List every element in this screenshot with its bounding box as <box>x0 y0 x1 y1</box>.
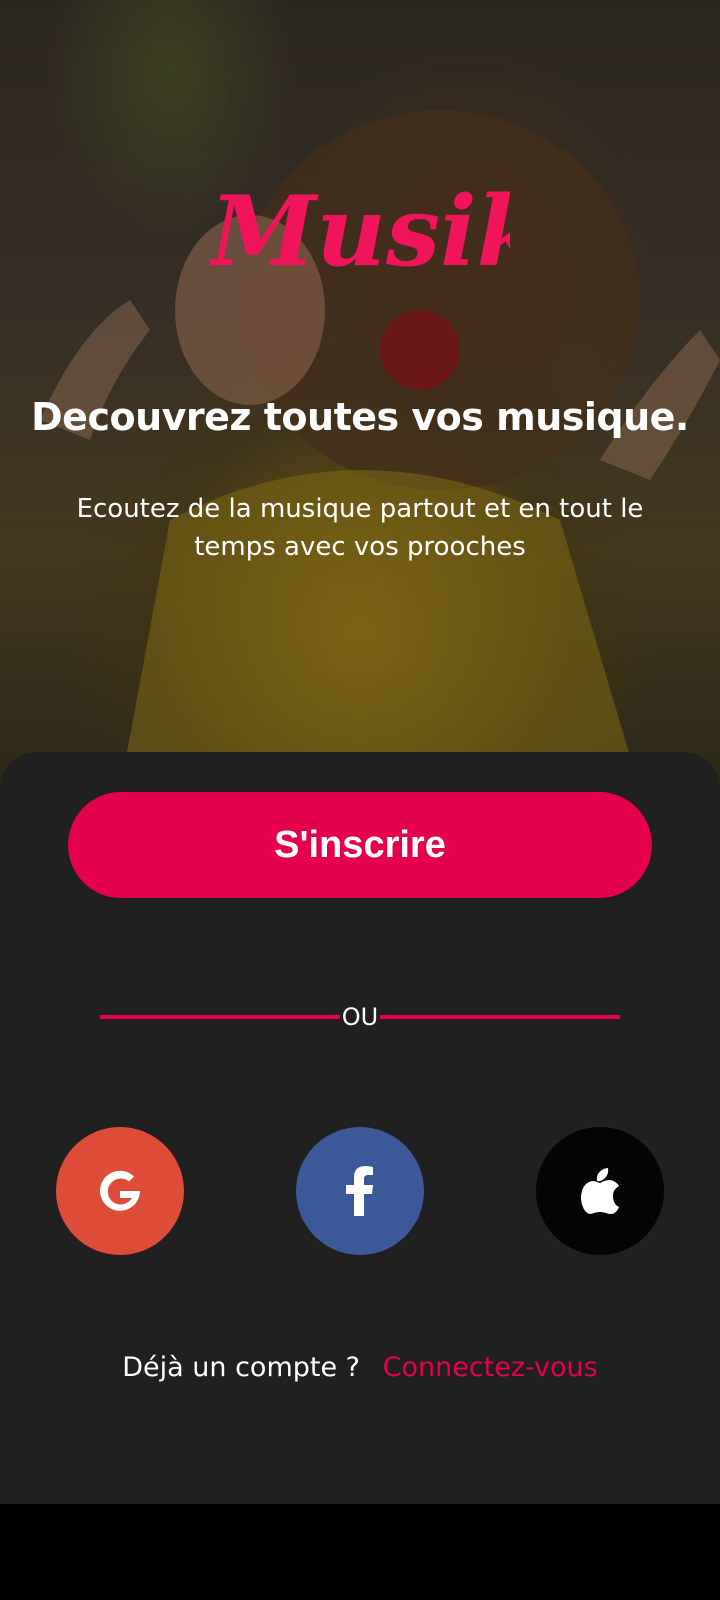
musik-logo: Musik <box>210 175 510 288</box>
divider-line-right <box>380 1015 620 1019</box>
google-signin-button[interactable] <box>56 1127 184 1255</box>
system-nav-bar <box>0 1504 720 1600</box>
divider-line-left <box>100 1015 340 1019</box>
logo-text: Musik <box>210 175 510 288</box>
login-link[interactable]: Connectez-vous <box>383 1352 598 1383</box>
signup-button[interactable]: S'inscrire <box>68 792 652 898</box>
apple-signin-button[interactable] <box>536 1127 664 1255</box>
or-divider: OU <box>100 995 620 1039</box>
subline: Ecoutez de la musique partout et en tout… <box>76 494 644 562</box>
login-prompt: Déjà un compte ? Connectez-vous <box>0 1352 720 1383</box>
or-label: OU <box>341 1003 379 1031</box>
apple-icon <box>581 1168 619 1214</box>
facebook-icon <box>346 1166 373 1216</box>
google-icon <box>100 1170 140 1211</box>
facebook-signin-button[interactable] <box>296 1127 424 1255</box>
login-prompt-text: Déjà un compte ? <box>122 1352 361 1383</box>
headline: Decouvrez toutes vos musique. <box>31 395 689 439</box>
